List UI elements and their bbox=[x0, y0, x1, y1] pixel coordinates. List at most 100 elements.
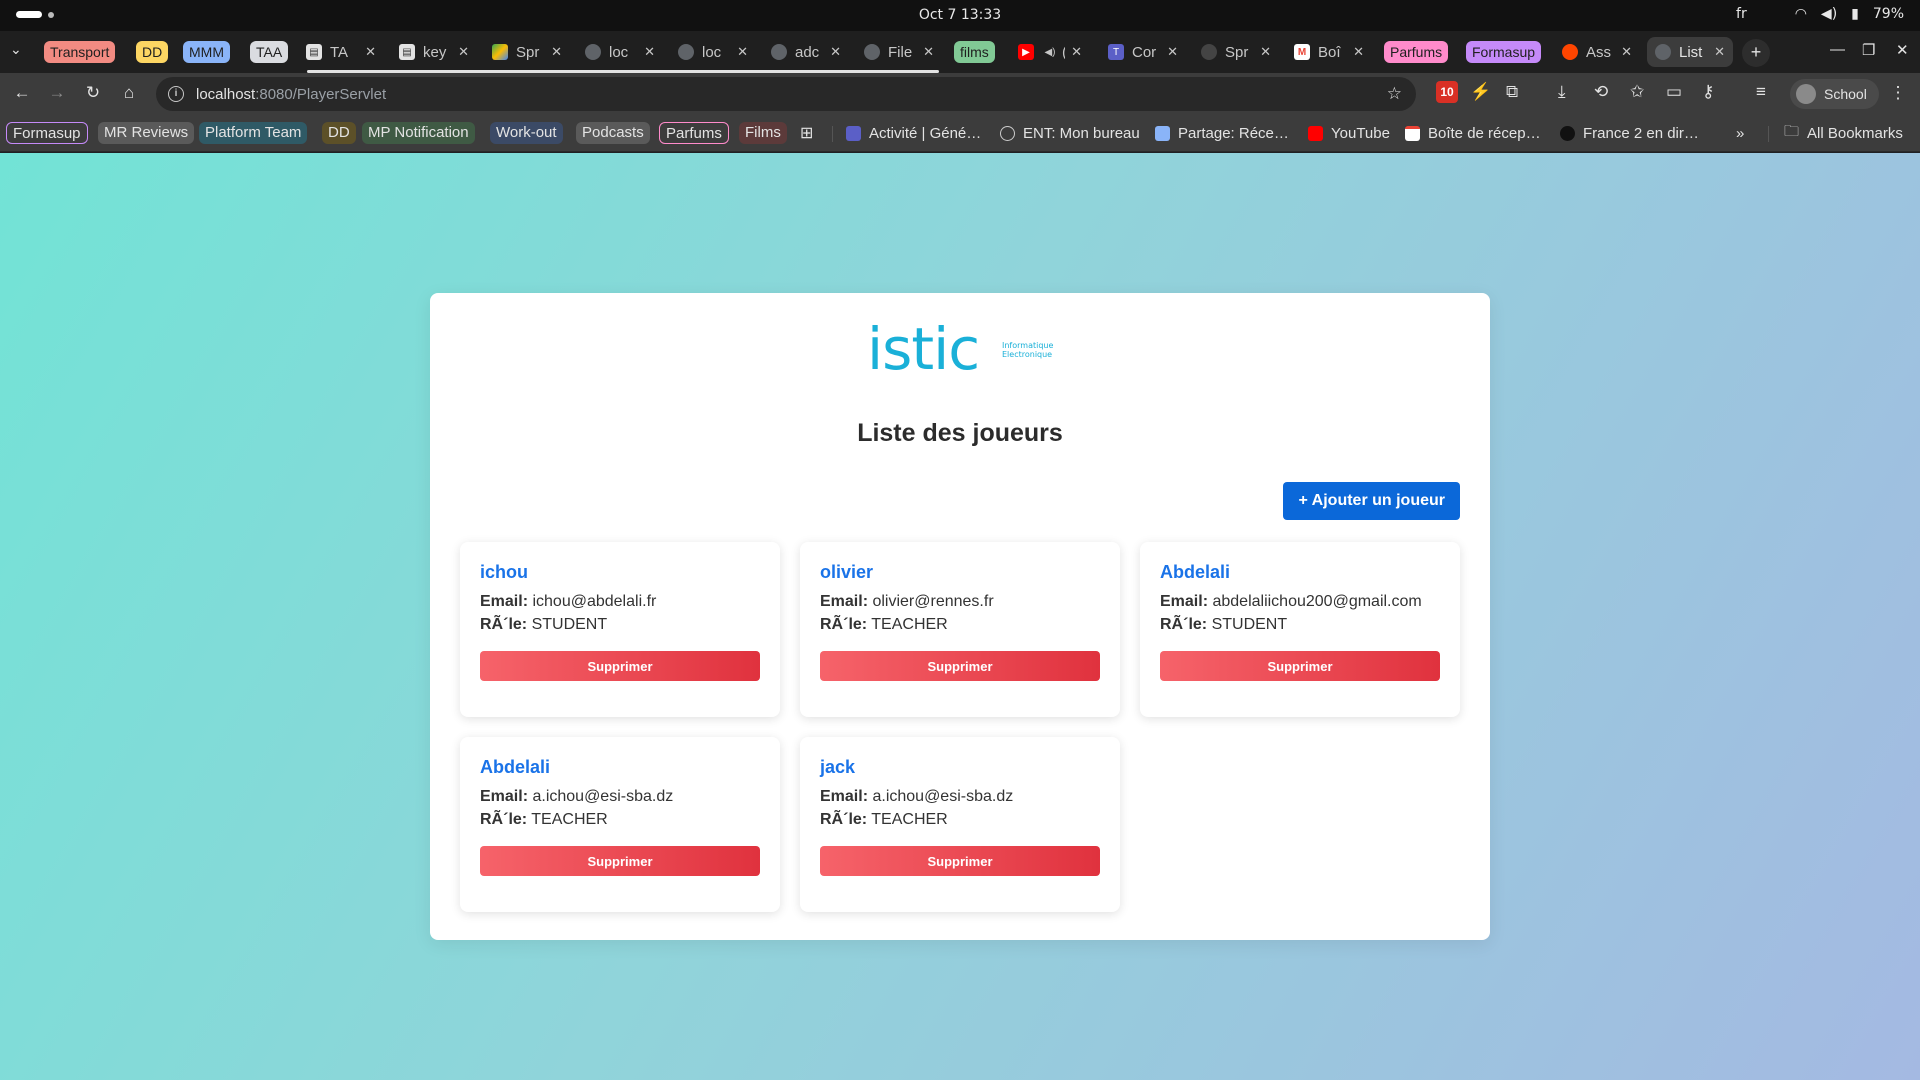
tab-title: adc bbox=[795, 43, 820, 61]
back-icon[interactable]: ← bbox=[10, 83, 34, 103]
payment-card-icon[interactable]: ▭ bbox=[1666, 82, 1682, 102]
role-label: RÃ´le: bbox=[820, 811, 868, 828]
profile-button[interactable]: School bbox=[1790, 79, 1879, 109]
maximize-icon[interactable]: ❐ bbox=[1862, 41, 1875, 59]
media-playlist-icon[interactable]: ≡ bbox=[1756, 82, 1766, 102]
tab-localhost-2[interactable]: loc ✕ bbox=[670, 37, 756, 67]
tab-youtube[interactable]: ▶ ◀) ( ✕ bbox=[1010, 37, 1090, 67]
player-email: ichou@abdelali.fr bbox=[532, 593, 657, 610]
email-label: Email: bbox=[1160, 593, 1209, 610]
close-icon[interactable]: ✕ bbox=[1260, 44, 1271, 60]
bookmark-link-teams[interactable]: Activité | Géné… bbox=[846, 122, 981, 144]
close-icon[interactable]: ✕ bbox=[1621, 44, 1632, 60]
tab-title: List bbox=[1679, 43, 1703, 61]
clock[interactable]: Oct 7 13:33 bbox=[0, 7, 1920, 23]
all-bookmarks[interactable]: 🗀 All Bookmarks bbox=[1784, 122, 1903, 144]
tab-group-mmm[interactable]: MMM bbox=[183, 41, 230, 63]
add-player-button[interactable]: + Ajouter un joueur bbox=[1283, 482, 1460, 520]
tab-key[interactable]: ▤ key ✕ bbox=[391, 37, 477, 67]
bookmark-group-mp-notification[interactable]: MP Notification bbox=[362, 122, 475, 144]
delete-player-button[interactable]: Supprimer bbox=[820, 651, 1100, 681]
close-icon[interactable]: ✕ bbox=[830, 44, 841, 60]
site-info-icon[interactable]: i bbox=[168, 86, 184, 102]
bookmark-group-work-out[interactable]: Work-out bbox=[490, 122, 563, 144]
tab-list-active[interactable]: List ✕ bbox=[1647, 37, 1733, 67]
bookmark-group-podcasts[interactable]: Podcasts bbox=[576, 122, 650, 144]
tab-drive[interactable]: Spr ✕ bbox=[484, 37, 570, 67]
tab-group-formasup[interactable]: Formasup bbox=[1466, 41, 1542, 63]
bookmark-group-platform-team[interactable]: Platform Team bbox=[199, 122, 308, 144]
system-tray[interactable]: fr ◠ ◀) ▮ 79% bbox=[1736, 6, 1904, 22]
bookmark-group-films[interactable]: Films bbox=[739, 122, 787, 144]
bookmarks-manager-icon[interactable]: ✩ bbox=[1630, 82, 1644, 102]
tab-group-films[interactable]: films bbox=[954, 41, 995, 63]
bookmark-link-ent[interactable]: ENT: Mon bureau bbox=[1000, 122, 1140, 144]
tab-search-chevron-icon[interactable]: ⌄ bbox=[10, 41, 22, 58]
url-path: :8080/PlayerServlet bbox=[255, 85, 387, 103]
tab-reddit[interactable]: Ass ✕ bbox=[1554, 37, 1640, 67]
gmail-icon bbox=[1405, 125, 1420, 141]
github-icon bbox=[864, 44, 880, 60]
bookmark-link-gmail[interactable]: Boîte de récep… bbox=[1405, 122, 1541, 144]
tab-github-1[interactable]: adc ✕ bbox=[763, 37, 849, 67]
more-menu-icon[interactable]: ⋮ bbox=[1886, 83, 1910, 103]
close-icon[interactable]: ✕ bbox=[737, 44, 748, 60]
close-icon[interactable]: ✕ bbox=[1167, 44, 1178, 60]
reddit-icon bbox=[1562, 44, 1578, 60]
extensions-puzzle-icon[interactable]: ⧉ bbox=[1506, 82, 1518, 102]
home-icon[interactable]: ⌂ bbox=[117, 83, 141, 103]
url-text[interactable]: localhost:8080/PlayerServlet bbox=[196, 86, 386, 103]
more-bookmarks-chevron-icon[interactable]: » bbox=[1736, 122, 1744, 144]
bookmark-group-dd[interactable]: DD bbox=[322, 122, 356, 144]
tab-strip: ⌄ Transport DD MMM TAA ▤ TA ✕ ▤ key ✕ Sp… bbox=[0, 31, 1920, 73]
close-icon[interactable]: ✕ bbox=[644, 44, 655, 60]
bookmark-group-formasup[interactable]: Formasup bbox=[6, 122, 88, 144]
tab-github-2[interactable]: File ✕ bbox=[856, 37, 942, 67]
reload-icon[interactable]: ↻ bbox=[81, 83, 105, 103]
close-icon[interactable]: ✕ bbox=[1071, 44, 1082, 60]
forward-icon[interactable]: → bbox=[45, 83, 69, 103]
delete-player-button[interactable]: Supprimer bbox=[480, 846, 760, 876]
new-tab-button[interactable]: + bbox=[1742, 39, 1770, 67]
tab-chatgpt[interactable]: Spr ✕ bbox=[1193, 37, 1279, 67]
close-icon[interactable]: ✕ bbox=[458, 44, 469, 60]
close-icon[interactable]: ✕ bbox=[365, 44, 376, 60]
player-card: jack Email: a.ichou@esi-sba.dz RÃ´le: TE… bbox=[800, 737, 1120, 912]
tab-group-parfums[interactable]: Parfums bbox=[1384, 41, 1449, 63]
close-icon[interactable]: ✕ bbox=[1353, 44, 1364, 60]
close-window-icon[interactable]: ✕ bbox=[1896, 41, 1909, 59]
password-key-icon[interactable]: ⚷ bbox=[1702, 82, 1714, 102]
tab-teams[interactable]: T Cor ✕ bbox=[1100, 37, 1186, 67]
speaker-icon[interactable]: ◀) bbox=[1042, 44, 1058, 60]
bookmark-link-youtube[interactable]: YouTube bbox=[1308, 122, 1390, 144]
address-bar[interactable]: i localhost:8080/PlayerServlet ☆ bbox=[156, 77, 1416, 111]
tab-group-taa[interactable]: TAA bbox=[250, 41, 289, 63]
page-viewport: istic Informatique Electronique Liste de… bbox=[0, 153, 1920, 1080]
delete-player-button[interactable]: Supprimer bbox=[480, 651, 760, 681]
delete-player-button[interactable]: Supprimer bbox=[1160, 651, 1440, 681]
close-icon[interactable]: ✕ bbox=[923, 44, 934, 60]
tab-gmail[interactable]: M Boî ✕ bbox=[1286, 37, 1372, 67]
delete-player-button[interactable]: Supprimer bbox=[820, 846, 1100, 876]
bookmark-group-parfums[interactable]: Parfums bbox=[659, 122, 729, 144]
tab-group-dd[interactable]: DD bbox=[136, 41, 169, 63]
close-icon[interactable]: ✕ bbox=[1714, 44, 1725, 60]
minimize-icon[interactable]: — bbox=[1830, 41, 1845, 58]
youtube-icon: ▶ bbox=[1018, 44, 1034, 60]
tab-ta[interactable]: ▤ TA ✕ bbox=[298, 37, 384, 67]
extension-badge[interactable]: 10 bbox=[1436, 81, 1458, 103]
keyboard-layout[interactable]: fr bbox=[1736, 6, 1747, 22]
bookmark-group-mr-reviews[interactable]: MR Reviews bbox=[98, 122, 195, 144]
download-icon[interactable]: ⤓ bbox=[1558, 82, 1566, 102]
tab-group-transport[interactable]: Transport bbox=[44, 41, 116, 63]
bookmark-star-icon[interactable]: ☆ bbox=[1387, 84, 1402, 104]
bookmark-link-partage[interactable]: Partage: Réce… bbox=[1155, 122, 1289, 144]
tab-localhost-1[interactable]: loc ✕ bbox=[577, 37, 663, 67]
battery-icon: ▮ bbox=[1851, 6, 1859, 22]
bookmark-link-france2[interactable]: France 2 en dir… bbox=[1560, 122, 1699, 144]
close-icon[interactable]: ✕ bbox=[551, 44, 562, 60]
extension-bolt-icon[interactable]: ⚡ bbox=[1470, 82, 1491, 102]
history-icon[interactable]: ⟲ bbox=[1594, 82, 1608, 102]
globe-icon bbox=[678, 44, 694, 60]
apps-grid-icon[interactable]: ⊞ bbox=[800, 122, 813, 144]
